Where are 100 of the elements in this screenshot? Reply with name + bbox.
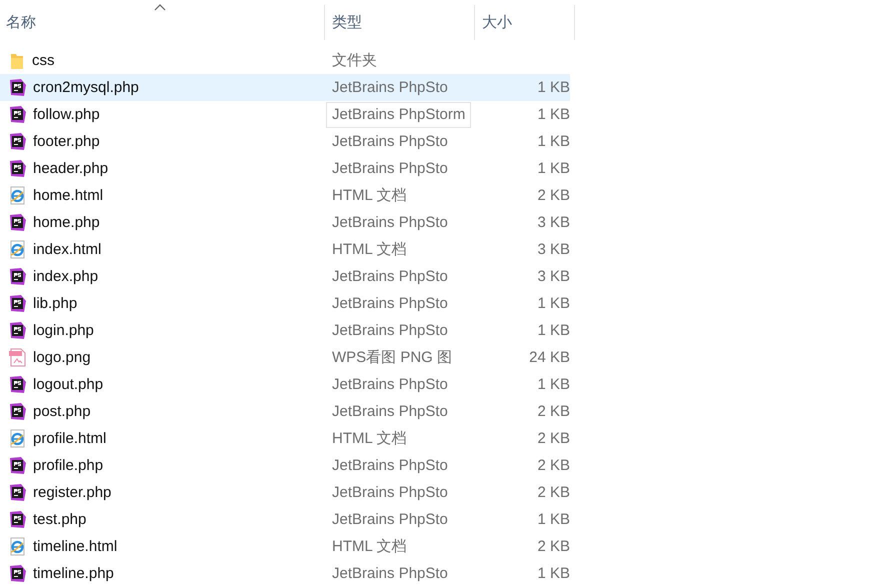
file-size: 2 KB [536, 484, 570, 501]
app-icon [8, 375, 27, 394]
browser-icon [8, 240, 27, 259]
app-icon [8, 402, 27, 421]
app-icon [8, 267, 27, 286]
file-row[interactable]: index.php JetBrains PhpSto 3 KB [0, 263, 570, 290]
file-type: JetBrains PhpSto [331, 565, 449, 582]
file-row[interactable]: login.php JetBrains PhpSto 1 KB [0, 317, 570, 344]
app-icon [8, 564, 27, 583]
file-type: JetBrains PhpSto [331, 484, 449, 501]
file-size: 2 KB [536, 538, 570, 555]
file-name: logout.php [33, 376, 104, 393]
file-name: post.php [33, 403, 91, 420]
file-type: JetBrains PhpSto [331, 133, 449, 150]
file-name: test.php [33, 511, 86, 528]
app-icon [8, 132, 27, 151]
file-row[interactable]: timeline.html HTML 文档 2 KB [0, 533, 570, 560]
file-name: home.php [33, 214, 100, 231]
file-name: timeline.html [33, 538, 118, 555]
file-name: index.html [33, 241, 102, 258]
file-size: 1 KB [536, 376, 570, 393]
app-icon [8, 294, 27, 313]
app-icon [8, 483, 27, 502]
file-type: 文件夹 [331, 51, 378, 70]
file-name: index.php [33, 268, 98, 285]
file-size: 1 KB [536, 295, 570, 312]
file-row[interactable]: register.php JetBrains PhpSto 2 KB [0, 479, 570, 506]
file-name: cron2mysql.php [33, 79, 139, 96]
file-name: css [32, 52, 54, 69]
image-file-icon [8, 348, 27, 367]
file-size: 2 KB [536, 403, 570, 420]
file-row[interactable]: logo.png WPS看图 PNG 图 24 KB [0, 344, 570, 371]
file-type: JetBrains PhpSto [331, 511, 449, 528]
app-icon [8, 456, 27, 475]
file-row[interactable]: cron2mysql.php JetBrains PhpSto 1 KB [0, 74, 570, 101]
app-icon [8, 510, 27, 529]
file-type: HTML 文档 [331, 537, 408, 556]
app-icon [8, 159, 27, 178]
file-type: HTML 文档 [331, 186, 408, 205]
file-size: 3 KB [536, 268, 570, 285]
file-name: footer.php [33, 133, 100, 150]
file-type: JetBrains PhpSto [331, 79, 449, 96]
file-size: 1 KB [536, 106, 570, 123]
file-row[interactable]: home.html HTML 文档 2 KB [0, 182, 570, 209]
file-name: lib.php [33, 295, 78, 312]
file-size: 1 KB [536, 511, 570, 528]
file-size: 3 KB [536, 241, 570, 258]
file-size: 1 KB [536, 79, 570, 96]
tooltip: JetBrains PhpStorm [326, 102, 472, 128]
file-size: 1 KB [536, 133, 570, 150]
file-size: 2 KB [536, 457, 570, 474]
file-type: JetBrains PhpSto [331, 160, 449, 177]
file-name: home.html [33, 187, 104, 204]
file-row[interactable]: css 文件夹 [0, 47, 570, 74]
file-size: 1 KB [536, 322, 570, 339]
file-row[interactable]: timeline.php JetBrains PhpSto 1 KB [0, 560, 570, 587]
app-icon [8, 321, 27, 340]
file-name: timeline.php [33, 565, 114, 582]
file-type: JetBrains PhpSto [331, 295, 449, 312]
file-row[interactable]: profile.html HTML 文档 2 KB [0, 425, 570, 452]
file-type: JetBrains PhpSto [331, 457, 449, 474]
file-name: profile.html [33, 430, 106, 447]
file-name: follow.php [33, 106, 100, 123]
file-row[interactable]: test.php JetBrains PhpSto 1 KB [0, 506, 570, 533]
file-type: HTML 文档 [331, 429, 408, 448]
file-type: JetBrains PhpSto [331, 214, 449, 231]
file-size: 1 KB [536, 160, 570, 177]
file-type: WPS看图 PNG 图 [331, 348, 454, 367]
file-type: JetBrains PhpSto [331, 403, 449, 420]
file-size: 2 KB [536, 187, 570, 204]
browser-icon [8, 429, 27, 448]
file-size: 2 KB [536, 430, 570, 447]
file-row[interactable]: index.html HTML 文档 3 KB [0, 236, 570, 263]
file-row[interactable]: follow.php JetBrains PhpStorm 1 KB [0, 101, 570, 128]
app-icon [8, 213, 27, 232]
file-size: 1 KB [536, 565, 570, 582]
file-name: header.php [33, 160, 108, 177]
column-header[interactable]: 名称 [0, 5, 325, 40]
file-type: JetBrains PhpSto [331, 268, 449, 285]
file-row[interactable]: lib.php JetBrains PhpSto 1 KB [0, 290, 570, 317]
browser-icon [8, 186, 27, 205]
file-name: logo.png [33, 349, 91, 366]
file-row[interactable]: post.php JetBrains PhpSto 2 KB [0, 398, 570, 425]
folder-icon [8, 52, 26, 70]
file-type: HTML 文档 [331, 240, 408, 259]
file-row[interactable]: profile.php JetBrains PhpSto 2 KB [0, 452, 570, 479]
app-icon [8, 78, 27, 97]
browser-icon [8, 537, 27, 556]
file-name: register.php [33, 484, 112, 501]
file-size: 3 KB [536, 214, 570, 231]
file-row[interactable]: logout.php JetBrains PhpSto 1 KB [0, 371, 570, 398]
file-type: JetBrains PhpSto [331, 376, 449, 393]
file-size: 24 KB [528, 349, 570, 366]
file-row[interactable]: header.php JetBrains PhpSto 1 KB [0, 155, 570, 182]
file-row[interactable]: home.php JetBrains PhpSto 3 KB [0, 209, 570, 236]
file-row[interactable]: footer.php JetBrains PhpSto 1 KB [0, 128, 570, 155]
column-header[interactable]: 类型 [325, 5, 475, 40]
file-name: profile.php [33, 457, 104, 474]
column-header[interactable]: 大小 [475, 5, 575, 40]
app-icon [8, 105, 27, 124]
